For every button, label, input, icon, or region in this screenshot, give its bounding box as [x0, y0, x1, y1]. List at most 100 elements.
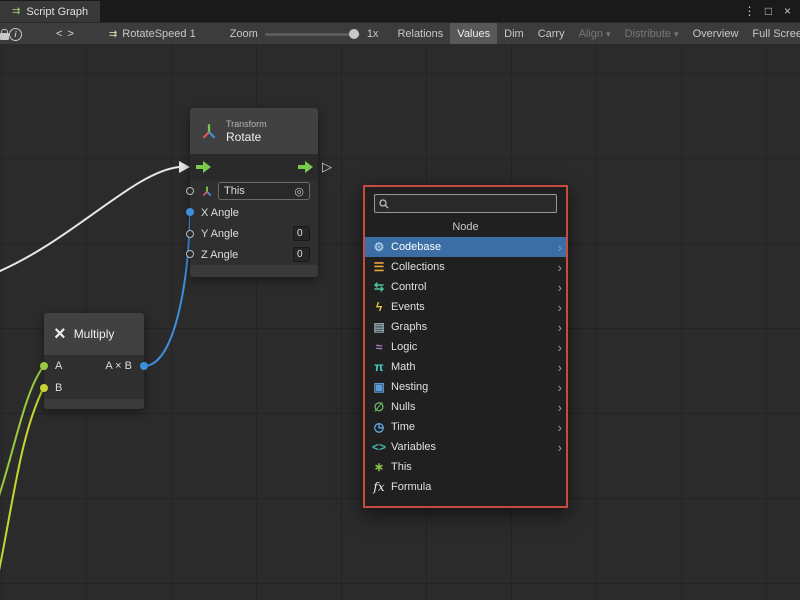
edit-code-button[interactable]: < > — [40, 28, 91, 40]
finder-item-logic[interactable]: ≈ Logic › — [365, 337, 566, 357]
graph-toolbar: i < > ⇉ RotateSpeed 1 Zoom 1x Relations … — [0, 22, 800, 45]
finder-item-control[interactable]: ⇆ Control › — [365, 277, 566, 297]
lock-icon — [0, 33, 9, 40]
input-b-row: B — [44, 377, 144, 399]
zoom-control: Zoom 1x — [230, 28, 379, 40]
chevron-right-icon: › — [558, 381, 562, 394]
zoom-slider-handle[interactable] — [349, 29, 359, 39]
input-a-label: A — [55, 360, 62, 372]
transform-gizmo-icon — [201, 185, 213, 197]
node-footer — [44, 399, 144, 409]
menu-kebab-icon[interactable]: ⋮ — [741, 4, 758, 18]
lightning-icon: ϟ — [372, 301, 386, 313]
finder-item-codebase[interactable]: ⚙ Codebase › — [365, 237, 566, 257]
finder-item-variables[interactable]: <> Variables › — [365, 437, 566, 457]
distribute-button[interactable]: Distribute▾ — [618, 23, 686, 45]
nested-graph-icon: ▣ — [372, 381, 386, 393]
y-angle-port[interactable] — [186, 230, 194, 238]
node-transform-rotate[interactable]: Transform Rotate This ◎ X Angle Y Angle … — [190, 108, 318, 277]
x-angle-label: X Angle — [201, 207, 239, 219]
finder-header: Node — [365, 216, 566, 237]
chevron-right-icon: › — [558, 401, 562, 414]
wire-value-x[interactable] — [144, 216, 190, 366]
info-icon: i — [9, 28, 22, 41]
input-a-row: A A × B — [44, 355, 144, 377]
node-footer — [190, 265, 318, 277]
carry-button[interactable]: Carry — [531, 23, 572, 45]
node-header[interactable]: × Multiply — [44, 313, 144, 355]
chevron-down-icon: ▾ — [674, 29, 679, 40]
multiply-icon: × — [54, 324, 66, 344]
null-icon: ∅ — [372, 401, 386, 413]
chevron-right-icon: › — [558, 241, 562, 254]
y-angle-row: Y Angle 0 — [190, 223, 318, 244]
x-angle-row: X Angle — [190, 202, 318, 223]
node-header[interactable]: Transform Rotate — [190, 108, 318, 154]
wire-flow[interactable] — [0, 167, 179, 276]
node-title: Multiply — [74, 327, 115, 341]
y-angle-label: Y Angle — [201, 228, 239, 240]
input-b-port[interactable] — [40, 384, 48, 392]
fullscreen-button[interactable]: Full Screen — [745, 23, 800, 45]
maximize-icon[interactable]: □ — [760, 4, 777, 18]
folder-icon: ▤ — [372, 321, 386, 333]
z-angle-port[interactable] — [186, 250, 194, 258]
output-label: A × B — [105, 360, 132, 372]
finder-item-this[interactable]: ∗ This — [365, 457, 566, 477]
branch-icon: ⇆ — [372, 281, 386, 293]
zoom-value: 1x — [367, 28, 379, 40]
close-icon[interactable]: × — [779, 4, 796, 18]
overview-button[interactable]: Overview — [686, 23, 746, 45]
input-b-label: B — [55, 382, 62, 394]
object-picker-icon[interactable]: ◎ — [294, 185, 304, 198]
node-title: Rotate — [226, 130, 267, 144]
finder-item-collections[interactable]: ☰ Collections › — [365, 257, 566, 277]
script-graph-icon: ⇉ — [12, 6, 20, 17]
finder-item-events[interactable]: ϟ Events › — [365, 297, 566, 317]
finder-item-math[interactable]: π Math › — [365, 357, 566, 377]
this-object-field[interactable]: This ◎ — [218, 182, 310, 200]
flow-output-port[interactable] — [297, 161, 313, 173]
y-angle-input[interactable]: 0 — [293, 226, 310, 241]
search-icon — [379, 199, 389, 209]
chevron-right-icon: › — [558, 341, 562, 354]
angle-brackets-icon: <> — [372, 441, 386, 453]
info-button[interactable]: i — [9, 23, 22, 45]
finder-search-field[interactable] — [374, 194, 557, 213]
zoom-label: Zoom — [230, 28, 258, 40]
relations-button[interactable]: Relations — [390, 23, 450, 45]
star-icon: ∗ — [372, 461, 386, 473]
finder-item-nulls[interactable]: ∅ Nulls › — [365, 397, 566, 417]
zoom-slider[interactable] — [265, 33, 360, 36]
transform-gizmo-icon — [200, 122, 218, 140]
output-port[interactable] — [140, 362, 148, 370]
finder-item-formula[interactable]: fx Formula — [365, 477, 566, 497]
window-tab-bar: ⇉ Script Graph ⋮ □ × — [0, 0, 800, 22]
finder-item-time[interactable]: ◷ Time › — [365, 417, 566, 437]
search-input[interactable] — [393, 195, 552, 212]
align-button[interactable]: Align▾ — [572, 23, 618, 45]
chevron-right-icon: › — [558, 441, 562, 454]
graph-breadcrumb[interactable]: ⇉ RotateSpeed 1 — [109, 28, 196, 40]
graph-canvas[interactable]: Transform Rotate This ◎ X Angle Y Angle … — [0, 44, 800, 600]
lock-button[interactable] — [0, 23, 9, 45]
wire-flow-arrowhead — [179, 161, 190, 173]
fuzzy-finder-popup: Node ⚙ Codebase › ☰ Collections › ⇆ Cont… — [363, 185, 568, 508]
finder-item-graphs[interactable]: ▤ Graphs › — [365, 317, 566, 337]
z-angle-label: Z Angle — [201, 249, 238, 261]
tab-script-graph[interactable]: ⇉ Script Graph — [0, 1, 100, 22]
values-button[interactable]: Values — [450, 23, 497, 45]
this-input-port[interactable] — [186, 187, 194, 195]
flow-input-port[interactable] — [195, 161, 211, 173]
chevron-right-icon: › — [558, 301, 562, 314]
wire-input-a[interactable] — [0, 367, 43, 522]
x-angle-port[interactable] — [186, 208, 194, 216]
input-a-port[interactable] — [40, 362, 48, 370]
node-multiply[interactable]: × Multiply A A × B B — [44, 313, 144, 409]
z-angle-input[interactable]: 0 — [293, 247, 310, 262]
graph-name: RotateSpeed 1 — [122, 28, 195, 40]
finder-item-nesting[interactable]: ▣ Nesting › — [365, 377, 566, 397]
node-category: Transform — [226, 119, 267, 130]
tab-title: Script Graph — [26, 6, 88, 18]
dim-button[interactable]: Dim — [497, 23, 531, 45]
